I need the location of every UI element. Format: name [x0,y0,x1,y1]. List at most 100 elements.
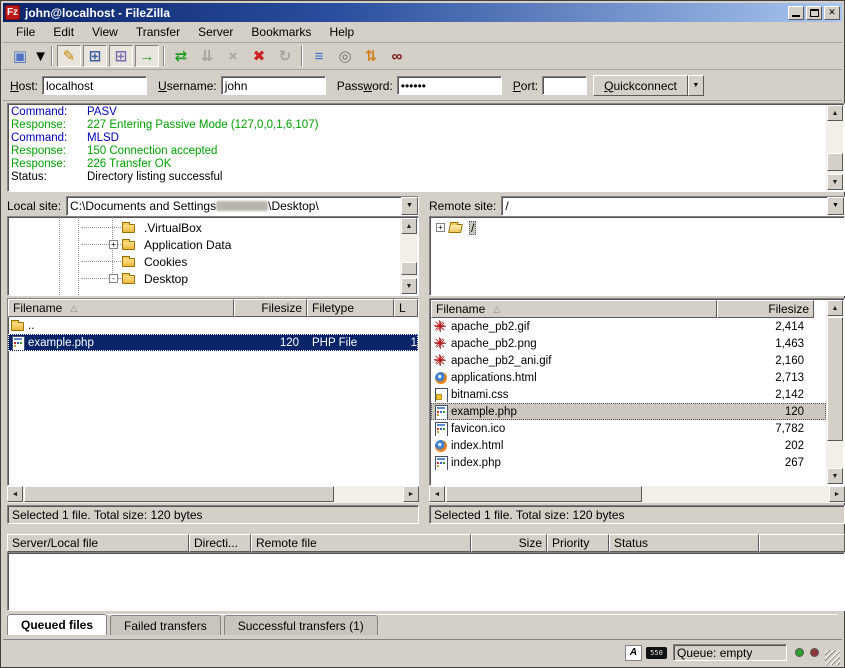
minimize-button[interactable] [788,6,804,20]
file-row[interactable]: apache_pb2.png 1,463 [431,335,826,352]
file-row[interactable]: applications.html 2,713 [431,369,826,386]
menu-item[interactable]: Bookmarks [242,22,320,42]
site-manager-icon[interactable]: ▣ [8,45,32,67]
queue-column-header[interactable]: Status [609,534,759,552]
queue-column-header[interactable]: Remote file [251,534,471,552]
remote-path[interactable]: / [502,197,827,215]
scroll-thumb[interactable] [24,486,334,502]
username-input[interactable]: john [221,76,326,95]
column-header[interactable]: Filesize [717,300,814,318]
toggle-message-log-icon[interactable]: ✎ [57,45,81,67]
scroll-down-button[interactable]: ▼ [401,278,417,294]
site-manager-dropdown-icon[interactable]: ▼ [34,45,47,67]
local-path-dropdown[interactable]: ▼ [401,197,418,215]
log-scrollbar[interactable]: ▲ ▼ [826,105,843,190]
tree-item[interactable]: Cookies [9,253,398,270]
port-label: Port: [513,79,538,93]
reconnect-icon[interactable]: ↻ [273,45,297,67]
toggle-local-tree-icon[interactable]: ⊞ [83,45,107,67]
queue-tab[interactable]: Failed transfers [110,615,221,635]
menu-item[interactable]: File [7,22,44,42]
toggle-transfer-queue-icon[interactable]: → [135,45,159,67]
close-button[interactable]: ✕ [824,6,840,20]
password-input[interactable]: •••••• [397,76,502,95]
process-queue-icon[interactable]: ⇊ [195,45,219,67]
quickconnect-dropdown[interactable]: ▼ [688,75,704,96]
local-path[interactable]: C:\Documents and Settings\Desktop\ [67,197,401,215]
port-input[interactable] [542,76,587,95]
apache-icon [433,336,449,351]
local-tree-scrollbar[interactable]: ▲ ▼ [400,218,417,294]
local-list-hscrollbar[interactable]: ◄ ► [7,486,419,503]
host-input[interactable]: localhost [42,76,147,95]
tree-item[interactable]: + Application Data [9,236,398,253]
scroll-up-button[interactable]: ▲ [401,218,417,234]
scroll-thumb[interactable] [446,486,642,502]
file-row[interactable]: index.php 267 [431,454,826,471]
queue-column-header[interactable] [759,534,845,552]
file-row[interactable]: favicon.ico 7,782 [431,420,826,437]
queue-column-header[interactable]: Server/Local file [7,534,189,552]
firefox-icon [433,370,449,385]
cancel-operation-icon[interactable]: × [221,45,245,67]
scroll-down-button[interactable]: ▼ [827,468,843,484]
toggle-remote-tree-icon[interactable]: ⊞ [109,45,133,67]
scroll-right-button[interactable]: ► [403,486,419,502]
tree-expander[interactable]: + [109,240,118,249]
local-path-combobox[interactable]: C:\Documents and Settings\Desktop\ ▼ [66,196,419,216]
scroll-thumb[interactable] [827,317,843,441]
scroll-thumb[interactable] [401,262,417,275]
menu-item[interactable]: Help [320,22,363,42]
scroll-thumb[interactable] [827,153,843,171]
disconnect-icon[interactable]: ✖ [247,45,271,67]
remote-path-dropdown[interactable]: ▼ [827,197,844,215]
file-row[interactable]: bitnami.css 2,142 [431,386,826,403]
queue-tab[interactable]: Successful transfers (1) [224,615,378,635]
scroll-up-button[interactable]: ▲ [827,300,843,316]
menu-item[interactable]: Edit [44,22,83,42]
remote-selection-status: Selected 1 file. Total size: 120 bytes [429,505,845,524]
directory-comparison-icon[interactable]: ◎ [333,45,357,67]
find-files-icon[interactable]: ∞ [385,45,409,67]
tree-expander[interactable]: - [109,274,118,283]
scroll-left-button[interactable]: ◄ [429,486,445,502]
scroll-up-button[interactable]: ▲ [827,105,843,121]
remote-list-hscrollbar[interactable]: ◄ ► [429,486,845,503]
scroll-down-button[interactable]: ▼ [827,174,843,190]
filter-icon[interactable]: ≡ [307,45,331,67]
queue-column-header[interactable]: Size [471,534,547,552]
queue-column-header[interactable]: Directi... [189,534,251,552]
tree-item[interactable]: + / [431,219,842,236]
speed-limit-icon[interactable]: 550 [646,647,667,659]
local-site-bar: Local site: C:\Documents and Settings\De… [7,195,419,216]
scroll-left-button[interactable]: ◄ [7,486,23,502]
file-row[interactable]: index.html 202 [431,437,826,454]
tree-item[interactable]: .VirtualBox [9,219,398,236]
column-header[interactable]: Filename △ [8,299,234,317]
file-row[interactable]: example.php 120 PHP File 1 [8,334,418,351]
column-header[interactable]: Filesize [234,299,307,317]
file-row[interactable]: apache_pb2.gif 2,414 [431,318,826,335]
remote-list-scrollbar[interactable]: ▲ ▼ [826,300,843,484]
activity-led-send-icon [810,648,819,657]
tree-expander[interactable]: + [436,223,445,232]
queue-tab[interactable]: Queued files [7,614,107,635]
synchronized-browsing-icon[interactable]: ⇅ [359,45,383,67]
menu-item[interactable]: Server [189,22,242,42]
maximize-button[interactable] [806,6,822,20]
refresh-icon[interactable]: ⇄ [169,45,193,67]
column-header[interactable]: Filetype [307,299,394,317]
column-header[interactable]: L [394,299,418,317]
menu-item[interactable]: View [83,22,127,42]
file-row[interactable]: example.php 120 [431,403,826,420]
file-row[interactable]: .. [8,317,418,334]
column-header[interactable]: Filename △ [431,300,717,318]
resize-grip[interactable] [825,650,840,665]
queue-column-header[interactable]: Priority [547,534,609,552]
tree-item[interactable]: - Desktop [9,270,398,287]
file-row[interactable]: apache_pb2_ani.gif 2,160 [431,352,826,369]
remote-path-combobox[interactable]: / ▼ [501,196,845,216]
scroll-right-button[interactable]: ► [829,486,845,502]
menu-item[interactable]: Transfer [127,22,189,42]
quickconnect-button[interactable]: Quickconnect [593,75,688,96]
